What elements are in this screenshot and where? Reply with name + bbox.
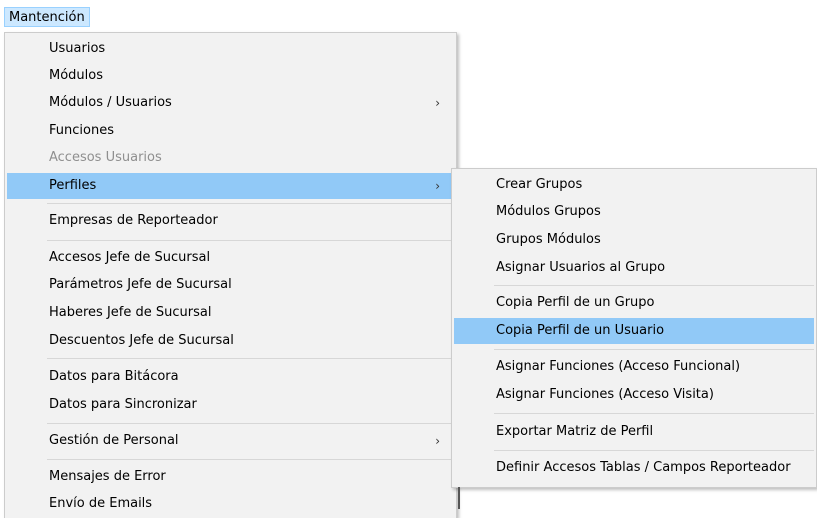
menu-separator — [47, 423, 454, 424]
menu-item-label: Empresas de Reporteador — [49, 213, 218, 228]
menu-separator — [47, 203, 454, 204]
menu-separator — [494, 450, 814, 451]
menu-separator — [47, 358, 454, 359]
menu-item-label: Copia Perfil de un Usuario — [496, 323, 665, 338]
menu-item-modulos-usuarios[interactable]: Módulos / Usuarios › — [7, 90, 454, 116]
submenu-item-exportar-matriz[interactable]: Exportar Matriz de Perfil — [454, 419, 814, 445]
menu-item-label: Envío de Emails — [49, 496, 153, 511]
menu-item-label: Haberes Jefe de Sucursal — [49, 305, 212, 320]
submenu-item-asignar-visita[interactable]: Asignar Funciones (Acceso Visita) — [454, 382, 814, 408]
menu-item-label: Asignar Funciones (Acceso Visita) — [496, 387, 714, 402]
menu-item-label: Mensajes de Error — [49, 469, 166, 484]
menu-item-label: Módulos Grupos — [496, 204, 601, 219]
chevron-right-icon: › — [435, 434, 440, 448]
menu-item-parametros-jefe[interactable]: Parámetros Jefe de Sucursal — [7, 272, 454, 298]
menu-item-label: Exportar Matriz de Perfil — [496, 424, 654, 439]
menu-separator — [494, 349, 814, 350]
menu-item-accesos-jefe[interactable]: Accesos Jefe de Sucursal — [7, 245, 454, 271]
menu-item-label: Funciones — [49, 123, 114, 138]
submenu-item-modulos-grupos[interactable]: Módulos Grupos — [454, 199, 814, 225]
menu-item-mensajes-error[interactable]: Mensajes de Error — [7, 464, 454, 490]
menu-item-label: Gestión de Personal — [49, 433, 179, 448]
menu-item-label: Asignar Usuarios al Grupo — [496, 260, 666, 275]
menu-bar: Mantención — [0, 0, 817, 30]
menu-item-empresas-reporteador[interactable]: Empresas de Reporteador — [7, 208, 454, 234]
menu-item-datos-bitacora[interactable]: Datos para Bitácora — [7, 364, 454, 390]
submenu-item-copia-usuario[interactable]: Copia Perfil de un Usuario — [454, 318, 814, 344]
text-cursor-icon — [458, 487, 460, 509]
menu-item-label: Parámetros Jefe de Sucursal — [49, 277, 232, 292]
menu-item-label: Módulos — [49, 68, 103, 83]
menu-item-datos-sincronizar[interactable]: Datos para Sincronizar — [7, 392, 454, 418]
submenu-item-grupos-modulos[interactable]: Grupos Módulos — [454, 227, 814, 253]
menu-item-haberes-jefe[interactable]: Haberes Jefe de Sucursal — [7, 300, 454, 326]
perfiles-submenu: Crear Grupos Módulos Grupos Grupos Módul… — [451, 168, 817, 488]
submenu-item-asignar-usuarios[interactable]: Asignar Usuarios al Grupo — [454, 255, 814, 281]
submenu-item-definir-accesos[interactable]: Definir Accesos Tablas / Campos Reportea… — [454, 455, 814, 481]
menu-item-usuarios[interactable]: Usuarios — [7, 36, 454, 62]
menu-item-label: Módulos / Usuarios — [49, 95, 172, 110]
menu-item-label: Copia Perfil de un Grupo — [496, 295, 655, 310]
mantencion-dropdown-menu: Usuarios Módulos Módulos / Usuarios › Fu… — [4, 32, 457, 518]
menu-separator — [47, 459, 454, 460]
menu-item-label: Accesos Usuarios — [49, 150, 162, 165]
menu-separator — [494, 413, 814, 414]
menu-item-label: Grupos Módulos — [496, 232, 601, 247]
menu-item-perfiles[interactable]: Perfiles › — [7, 173, 454, 199]
menu-item-gestion-personal[interactable]: Gestión de Personal › — [7, 428, 454, 454]
menu-separator — [47, 240, 454, 241]
menu-separator — [494, 285, 814, 286]
menu-item-label: Asignar Funciones (Acceso Funcional) — [496, 359, 741, 374]
submenu-item-crear-grupos[interactable]: Crear Grupos — [454, 172, 814, 198]
submenu-item-copia-grupo[interactable]: Copia Perfil de un Grupo — [454, 290, 814, 316]
menu-item-descuentos-jefe[interactable]: Descuentos Jefe de Sucursal — [7, 328, 454, 354]
menu-item-funciones[interactable]: Funciones — [7, 118, 454, 144]
menu-mantencion[interactable]: Mantención — [4, 7, 90, 27]
submenu-item-asignar-funcional[interactable]: Asignar Funciones (Acceso Funcional) — [454, 354, 814, 380]
menu-item-label: Definir Accesos Tablas / Campos Reportea… — [496, 460, 791, 475]
menu-item-envio-emails[interactable]: Envío de Emails — [7, 491, 454, 517]
menu-item-label: Perfiles — [49, 178, 97, 193]
menu-item-accesos-usuarios: Accesos Usuarios — [7, 145, 454, 171]
menu-item-label: Descuentos Jefe de Sucursal — [49, 333, 234, 348]
menu-item-label: Usuarios — [49, 41, 106, 56]
menu-item-label: Datos para Bitácora — [49, 369, 179, 384]
chevron-right-icon: › — [435, 179, 440, 193]
menu-item-modulos[interactable]: Módulos — [7, 63, 454, 89]
menu-item-label: Crear Grupos — [496, 177, 583, 192]
menu-item-label: Accesos Jefe de Sucursal — [49, 250, 211, 265]
menu-item-label: Datos para Sincronizar — [49, 397, 197, 412]
chevron-right-icon: › — [435, 96, 440, 110]
